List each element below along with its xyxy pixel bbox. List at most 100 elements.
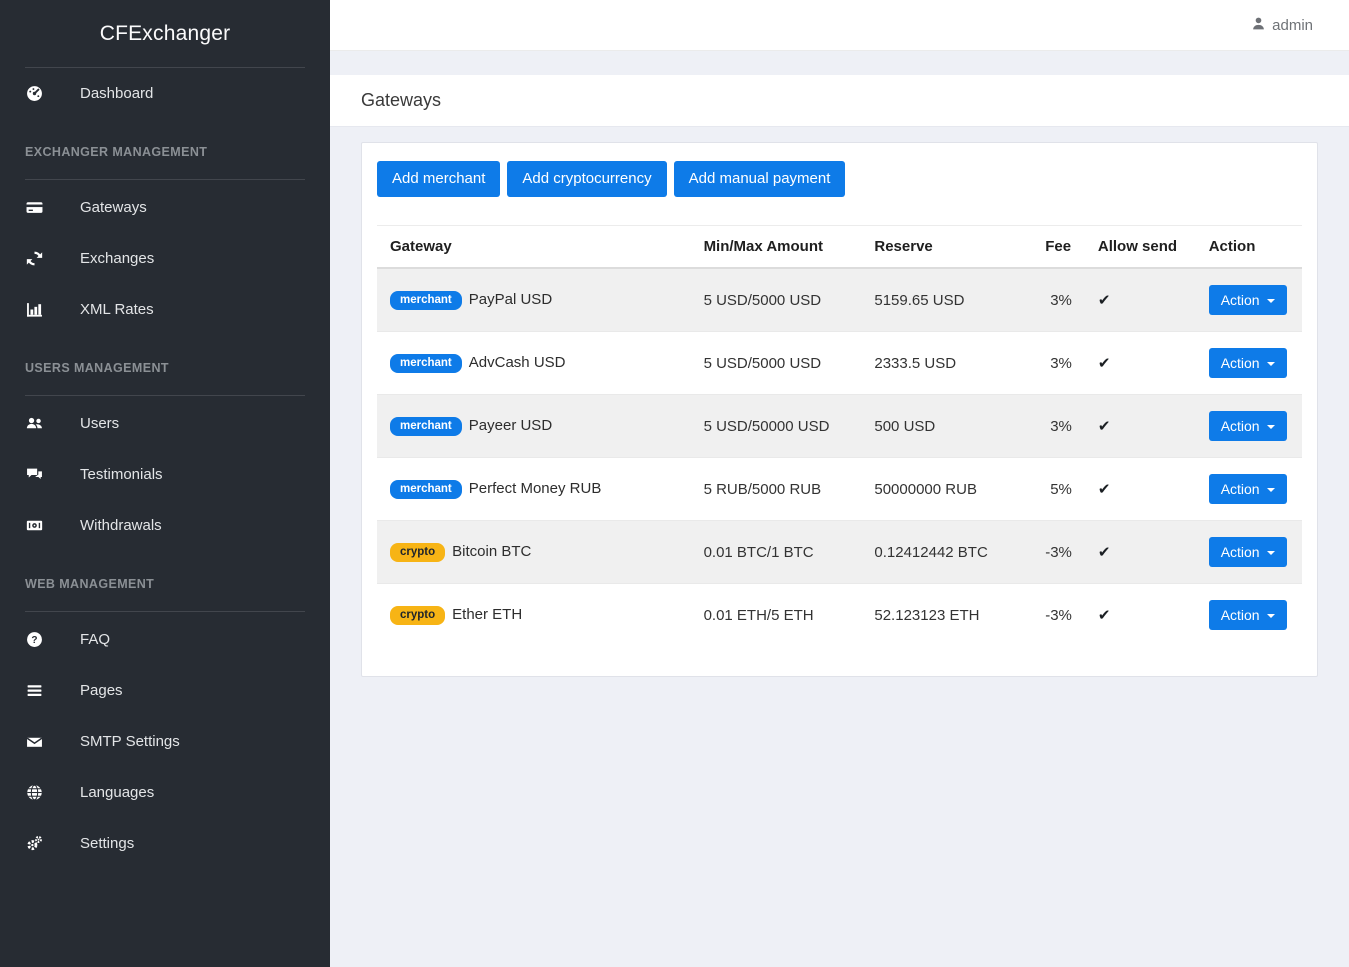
caret-down-icon [1267,614,1275,618]
gateway-name: Perfect Money RUB [469,480,602,497]
app-window: CFExchanger Dashboard EXCHANGER MANAGEMEN… [0,0,1349,967]
merchant-badge: merchant [390,291,462,310]
sidebar-item-label: Pages [80,682,123,699]
sidebar-section-header-exchanger-management: EXCHANGER MANAGEMENT [25,145,305,159]
action-dropdown-button[interactable]: Action [1209,285,1287,315]
sidebar: CFExchanger Dashboard EXCHANGER MANAGEMEN… [0,0,330,967]
action-button-label: Action [1221,607,1260,623]
cell-reserve: 50000000 RUB [861,458,1032,521]
table-row: merchantAdvCash USD5 USD/5000 USD2333.5 … [377,332,1302,395]
testimonials-icon [25,466,44,483]
topbar: admin [330,0,1349,51]
cell-fee: -3% [1032,521,1085,584]
add-merchant-button[interactable]: Add merchant [377,161,500,197]
cell-min-max: 5 USD/5000 USD [691,268,862,332]
caret-down-icon [1267,299,1275,303]
sidebar-item-xml-rates[interactable]: XML Rates [0,284,330,335]
cell-reserve: 2333.5 USD [861,332,1032,395]
cell-reserve: 500 USD [861,395,1032,458]
cell-gateway: merchantAdvCash USD [377,332,691,395]
svg-text:?: ? [31,635,37,646]
sidebar-item-exchanges[interactable]: Exchanges [0,233,330,284]
smtp-settings-icon [25,733,44,750]
cell-allow-send: ✔ [1085,395,1196,458]
cell-min-max: 5 USD/5000 USD [691,332,862,395]
action-dropdown-button[interactable]: Action [1209,348,1287,378]
sidebar-item-dashboard[interactable]: Dashboard [0,68,330,119]
check-icon: ✔ [1098,544,1111,561]
sidebar-item-testimonials[interactable]: Testimonials [0,449,330,500]
user-name: admin [1272,17,1313,34]
sidebar-item-label: XML Rates [80,301,154,318]
column-header-reserve: Reserve [861,226,1032,269]
sidebar-item-label: Exchanges [80,250,154,267]
cell-allow-send: ✔ [1085,458,1196,521]
merchant-badge: merchant [390,417,462,436]
column-header-allow-send: Allow send [1085,226,1196,269]
add-manual-payment-button[interactable]: Add manual payment [674,161,846,197]
table-row: cryptoBitcoin BTC0.01 BTC/1 BTC0.1241244… [377,521,1302,584]
sidebar-section: WEB MANAGEMENT?FAQPagesSMTP SettingsLang… [0,577,330,869]
cell-reserve: 52.123123 ETH [861,584,1032,647]
cell-allow-send: ✔ [1085,521,1196,584]
cell-fee: 3% [1032,332,1085,395]
add-cryptocurrency-button[interactable]: Add cryptocurrency [507,161,666,197]
dashboard-icon [25,85,44,102]
gateway-name: PayPal USD [469,291,552,308]
sidebar-item-languages[interactable]: Languages [0,767,330,818]
cell-reserve: 5159.65 USD [861,268,1032,332]
table-row: merchant Payeer USD 5 USD/50000 USD500 USD… [377,395,1302,458]
sidebar-item-pages[interactable]: Pages [0,665,330,716]
cell-reserve: 0.12412442 BTC [861,521,1032,584]
sidebar-item-label: Gateways [80,199,147,216]
caret-down-icon [1267,551,1275,555]
languages-icon [25,784,44,801]
caret-down-icon [1267,362,1275,366]
cell-allow-send: ✔ [1085,584,1196,647]
action-dropdown-button[interactable]: Action [1209,474,1287,504]
sidebar-item-label: Dashboard [80,85,153,102]
content-area: Add merchantAdd cryptocurrencyAdd manual… [330,127,1349,677]
gateways-icon [25,199,44,216]
gateways-card: Add merchantAdd cryptocurrencyAdd manual… [361,142,1318,677]
sidebar-item-label: Withdrawals [80,517,162,534]
check-icon: ✔ [1098,355,1111,372]
action-dropdown-button[interactable]: Action [1209,600,1287,630]
action-dropdown-button[interactable]: Action [1209,411,1287,441]
merchant-badge: merchant [390,354,462,373]
cell-gateway: cryptoBitcoin BTC [377,521,691,584]
sidebar-item-settings[interactable]: Settings [0,818,330,869]
cell-min-max: 5 RUB/5000 RUB [691,458,862,521]
cell-min-max: 0.01 ETH/5 ETH [691,584,862,647]
column-header-action: Action [1196,226,1302,269]
brand-logo[interactable]: CFExchanger [25,0,305,68]
column-header-fee: Fee [1032,226,1085,269]
cell-action: Action [1196,458,1302,521]
sidebar-item-users[interactable]: Users [0,398,330,449]
table-row: cryptoEther ETH0.01 ETH/5 ETH52.123123 E… [377,584,1302,647]
action-dropdown-button[interactable]: Action [1209,537,1287,567]
sidebar-item-smtp-settings[interactable]: SMTP Settings [0,716,330,767]
cell-fee: -3% [1032,584,1085,647]
exchanges-icon [25,250,44,267]
withdrawals-icon [25,517,44,534]
xml-rates-icon [25,301,44,318]
action-button-label: Action [1221,544,1260,560]
check-icon: ✔ [1098,481,1111,498]
sidebar-item-gateways[interactable]: Gateways [0,182,330,233]
cell-min-max: 5 USD/50000 USD [691,395,862,458]
table-header-row: GatewayMin/Max AmountReserveFeeAllow sen… [377,226,1302,269]
cell-min-max: 0.01 BTC/1 BTC [691,521,862,584]
sidebar-item-faq[interactable]: ?FAQ [0,614,330,665]
cell-gateway: merchantPerfect Money RUB [377,458,691,521]
sidebar-item-label: Users [80,415,119,432]
check-icon: ✔ [1098,607,1111,624]
cell-action: Action [1196,268,1302,332]
user-menu[interactable]: admin [1251,16,1313,35]
sidebar-nav: Dashboard EXCHANGER MANAGEMENT Gateways Exc… [0,68,330,869]
cell-gateway: merchant Payeer USD [377,395,691,458]
sidebar-item-label: Settings [80,835,134,852]
sidebar-item-withdrawals[interactable]: Withdrawals [0,500,330,551]
main-area: admin Gateways Add merchantAdd cryptocur… [330,0,1349,967]
gateway-name: Payeer USD [469,417,552,434]
